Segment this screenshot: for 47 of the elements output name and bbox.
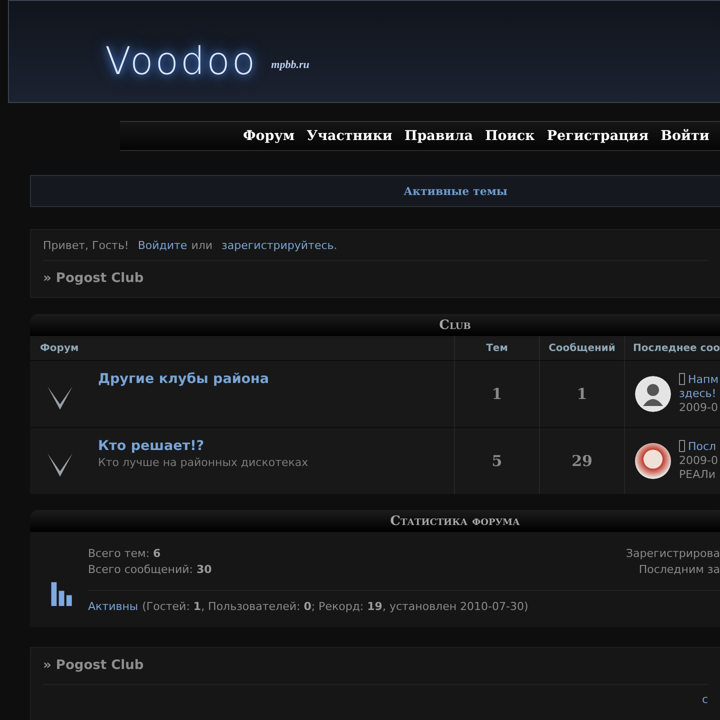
logo-subtitle: mpbb.ru <box>271 59 310 71</box>
nav-link[interactable]: Правила <box>404 128 474 144</box>
online-stats-text: (Гостей: 1, Пользователей: 0; Рекорд: 19, установлен 2010-07-30) <box>142 600 528 613</box>
topic-icon <box>679 440 685 452</box>
last-post-link[interactable]: Напм <box>679 373 719 387</box>
topics-count-cell: 5 <box>455 427 540 494</box>
stats-title: Статистика форума <box>390 514 520 528</box>
topic-icon <box>679 373 685 385</box>
online-link[interactable]: Активны <box>88 600 138 613</box>
total-topics-text: Всего тем: 6 <box>88 546 162 562</box>
last-post-info: 2009-0 <box>679 401 719 415</box>
avatar-photo-placeholder <box>635 443 671 479</box>
nav-link[interactable]: Поиск <box>485 128 535 144</box>
topics-count-cell: 1 <box>455 360 540 427</box>
nav-link[interactable]: Форум <box>243 128 295 144</box>
last-post-info: 2009-0 <box>679 454 718 468</box>
active-topics-link[interactable]: Активные темы <box>404 184 508 198</box>
last-post-link[interactable]: здесь! <box>679 387 719 401</box>
footer-link[interactable]: с <box>702 693 708 706</box>
column-header: Последнее соо <box>625 336 720 360</box>
posts-count-cell: 1 <box>540 360 625 427</box>
forum-title-link[interactable]: Другие клубы района <box>98 371 269 387</box>
site-logo[interactable]: Voodoo <box>105 39 258 83</box>
nav-link[interactable]: Войти <box>660 128 710 144</box>
avatar-silhouette-icon <box>635 376 671 412</box>
last-post-info: РЕАЛи <box>679 468 717 482</box>
forum-description: Кто лучше на районных дискотеках <box>98 456 308 469</box>
last-post-link[interactable]: Посл <box>679 440 718 454</box>
breadcrumb-link[interactable]: » Pogost Club <box>43 271 144 286</box>
posts-count-cell: 29 <box>540 427 625 494</box>
column-header: Сообщений <box>540 336 625 360</box>
nav-link[interactable]: Участники <box>306 128 392 144</box>
total-posts-text: Всего сообщений: 30 <box>88 562 212 578</box>
nav-link[interactable]: Регистрация <box>546 128 649 144</box>
column-header: Форум <box>30 336 455 360</box>
register-link[interactable]: зарегистрируйтесь <box>222 239 334 252</box>
login-link[interactable]: Войдите <box>138 239 188 252</box>
period-text: . <box>334 239 338 252</box>
category-title: Club <box>439 318 471 332</box>
bar-chart-icon <box>50 580 72 606</box>
or-text: или <box>191 239 213 252</box>
greeting-text: Привет, Гость! <box>43 239 129 252</box>
stats-info-text: Последним за <box>638 562 720 578</box>
forum-title-link[interactable]: Кто решает!? <box>98 438 308 454</box>
stats-info-text: Зарегистрирова <box>626 546 720 562</box>
column-header: Тем <box>455 336 540 360</box>
breadcrumb-link[interactable]: » Pogost Club <box>43 658 144 673</box>
